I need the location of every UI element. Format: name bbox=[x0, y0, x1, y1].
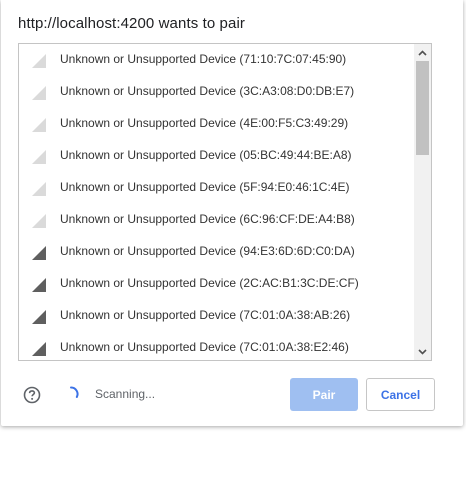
scroll-up-button[interactable] bbox=[414, 44, 431, 61]
scroll-thumb[interactable] bbox=[416, 61, 429, 155]
device-label: Unknown or Unsupported Device (7C:01:0A:… bbox=[60, 340, 349, 354]
loading-spinner-icon bbox=[70, 386, 79, 398]
device-label: Unknown or Unsupported Device (5F:94:E0:… bbox=[60, 180, 350, 194]
device-label: Unknown or Unsupported Device (2C:AC:B1:… bbox=[60, 276, 359, 290]
signal-strength-icon bbox=[32, 54, 46, 68]
dialog-title: http://localhost:4200 wants to pair bbox=[18, 15, 245, 32]
cancel-button[interactable]: Cancel bbox=[366, 378, 435, 411]
signal-strength-icon bbox=[32, 310, 46, 324]
device-label: Unknown or Unsupported Device (05:BC:49:… bbox=[60, 148, 352, 162]
scanning-status: Scanning... bbox=[95, 387, 156, 401]
device-label: Unknown or Unsupported Device (4E:00:F5:… bbox=[60, 116, 349, 130]
device-list[interactable]: Unknown or Unsupported Device (71:10:7C:… bbox=[18, 43, 432, 361]
scroll-down-button[interactable] bbox=[414, 343, 431, 360]
device-label: Unknown or Unsupported Device (94:E3:6D:… bbox=[60, 244, 355, 258]
bluetooth-pair-dialog: http://localhost:4200 wants to pair Unkn… bbox=[1, 0, 463, 426]
device-row[interactable]: Unknown or Unsupported Device (7C:01:0A:… bbox=[19, 332, 414, 360]
help-circle-icon[interactable] bbox=[23, 386, 41, 404]
signal-strength-icon bbox=[32, 150, 46, 164]
signal-strength-icon bbox=[32, 86, 46, 100]
device-label: Unknown or Unsupported Device (3C:A3:08:… bbox=[60, 84, 355, 98]
signal-strength-icon bbox=[32, 342, 46, 356]
device-row[interactable]: Unknown or Unsupported Device (6C:96:CF:… bbox=[19, 204, 414, 236]
device-row[interactable]: Unknown or Unsupported Device (05:BC:49:… bbox=[19, 140, 414, 172]
signal-strength-icon bbox=[32, 278, 46, 292]
device-row[interactable]: Unknown or Unsupported Device (2C:AC:B1:… bbox=[19, 268, 414, 300]
device-row[interactable]: Unknown or Unsupported Device (3C:A3:08:… bbox=[19, 76, 414, 108]
signal-strength-icon bbox=[32, 214, 46, 228]
device-row[interactable]: Unknown or Unsupported Device (94:E3:6D:… bbox=[19, 236, 414, 268]
chevron-up-icon bbox=[418, 49, 427, 56]
signal-strength-icon bbox=[32, 246, 46, 260]
signal-strength-icon bbox=[32, 118, 46, 132]
device-rows: Unknown or Unsupported Device (71:10:7C:… bbox=[19, 44, 414, 360]
vertical-scrollbar[interactable] bbox=[414, 44, 431, 360]
device-label: Unknown or Unsupported Device (71:10:7C:… bbox=[60, 52, 347, 66]
chevron-down-icon bbox=[418, 348, 427, 355]
device-label: Unknown or Unsupported Device (7C:01:0A:… bbox=[60, 308, 351, 322]
device-row[interactable]: Unknown or Unsupported Device (71:10:7C:… bbox=[19, 44, 414, 76]
device-row[interactable]: Unknown or Unsupported Device (7C:01:0A:… bbox=[19, 300, 414, 332]
device-row[interactable]: Unknown or Unsupported Device (4E:00:F5:… bbox=[19, 108, 414, 140]
device-label: Unknown or Unsupported Device (6C:96:CF:… bbox=[60, 212, 355, 226]
pair-button[interactable]: Pair bbox=[290, 378, 358, 411]
signal-strength-icon bbox=[32, 182, 46, 196]
device-row[interactable]: Unknown or Unsupported Device (5F:94:E0:… bbox=[19, 172, 414, 204]
